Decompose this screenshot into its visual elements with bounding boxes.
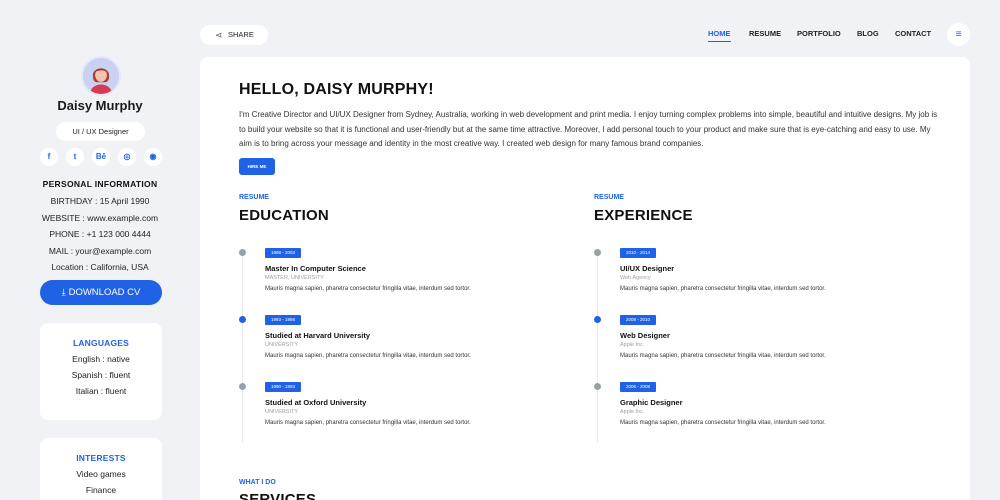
date-badge: 2008 - 2010: [620, 315, 657, 325]
timeline-entry: 1990 - 1993 Studied at Oxford University…: [239, 382, 539, 442]
timeline-entry: 1993 - 1998 Studied at Harvard Universit…: [239, 315, 539, 375]
menu-icon[interactable]: ≡: [947, 23, 970, 46]
hire-me-button[interactable]: HIRE ME: [239, 158, 275, 175]
language-item: Spanish : fluent: [71, 370, 131, 380]
services-title: SERVICES: [239, 491, 317, 500]
nav-home[interactable]: HOME: [708, 29, 731, 42]
entry-description: Mauris magna sapien, pharetra consectetu…: [265, 353, 471, 359]
timeline-dot: [594, 249, 601, 256]
timeline-dot: [594, 316, 601, 323]
entry-subtitle: UNIVERSITY: [265, 342, 299, 348]
entry-description: Mauris magna sapien, pharetra consectetu…: [620, 353, 826, 359]
language-item: English : native: [72, 354, 130, 364]
entry-subtitle: Web Agency: [620, 275, 651, 281]
share-label: SHARE: [228, 30, 254, 39]
avatar: [81, 56, 121, 96]
dribbble-icon[interactable]: ◎: [118, 148, 136, 166]
info-phone: PHONE : +1 123 000 4444: [49, 229, 151, 239]
avatar-image: [83, 58, 119, 94]
behance-icon[interactable]: Bē: [92, 148, 110, 166]
info-mail: MAIL : your@example.com: [48, 246, 152, 256]
entry-subtitle: Apple Inc.: [620, 409, 645, 415]
nav-blog[interactable]: BLOG: [857, 29, 879, 38]
intro-text: I'm Creative Director and UI/UX Designer…: [239, 110, 938, 148]
facebook-icon[interactable]: f: [40, 148, 58, 166]
timeline-dot: [594, 383, 601, 390]
timeline-dot: [239, 316, 246, 323]
twitter-icon[interactable]: t: [66, 148, 84, 166]
languages-card: LANGUAGES English : native Spanish : flu…: [40, 323, 162, 420]
entry-title: Studied at Oxford University: [265, 398, 367, 407]
education-kicker: RESUME: [239, 194, 269, 201]
interest-item: Video games: [76, 469, 126, 479]
services-kicker: WHAT I DO: [239, 479, 276, 486]
education-title: EDUCATION: [239, 207, 329, 224]
entry-title: Studied at Harvard University: [265, 331, 371, 340]
download-cv-button[interactable]: ⤓ DOWNLOAD CV: [40, 280, 162, 305]
entry-subtitle: UNIVERSITY: [265, 409, 299, 415]
timeline-entry: 2010 - 2014 UI/UX Designer Web Agency Ma…: [594, 248, 894, 308]
date-badge: 2006 - 2008: [620, 382, 657, 392]
entry-title: Master In Computer Science: [265, 264, 366, 273]
date-badge: 1990 - 1993: [265, 382, 302, 392]
timeline-dot: [239, 383, 246, 390]
timeline-entry: 2008 - 2010 Web Designer Apple Inc. Maur…: [594, 315, 894, 375]
info-birthday: BIRTHDAY : 15 April 1990: [50, 196, 150, 206]
personal-info-title: PERSONAL INFORMATION: [42, 179, 158, 189]
main-content: HELLO, DAISY MURPHY! I'm Creative Direct…: [200, 57, 970, 500]
experience-title: EXPERIENCE: [594, 207, 693, 224]
github-icon[interactable]: ◉: [144, 148, 162, 166]
entry-title: Graphic Designer: [620, 398, 683, 407]
info-website: WEBSITE : www.example.com: [41, 213, 159, 223]
entry-description: Mauris magna sapien, pharetra consectetu…: [620, 420, 826, 426]
interests-card: INTERESTS Video games Finance: [40, 438, 162, 500]
nav-portfolio[interactable]: PORTFOLIO: [797, 29, 841, 38]
info-location: Location : California, USA: [51, 262, 149, 272]
timeline-entry: 1998 - 2003 Master In Computer Science M…: [239, 248, 539, 308]
entry-subtitle: Apple Inc.: [620, 342, 645, 348]
date-badge: 1998 - 2003: [265, 248, 302, 258]
download-cv-label: DOWNLOAD CV: [68, 287, 141, 298]
interests-title: INTERESTS: [76, 453, 126, 463]
download-icon: ⤓: [61, 287, 66, 297]
timeline-entry: 2006 - 2008 Graphic Designer Apple Inc. …: [594, 382, 894, 442]
entry-description: Mauris magna sapien, pharetra consectetu…: [265, 420, 471, 426]
language-item: Italian : fluent: [75, 386, 127, 396]
entry-description: Mauris magna sapien, pharetra consectetu…: [265, 286, 471, 292]
experience-kicker: RESUME: [594, 194, 624, 201]
date-badge: 1993 - 1998: [265, 315, 302, 325]
nav-resume[interactable]: RESUME: [749, 29, 781, 38]
nav-contact[interactable]: CONTACT: [895, 29, 931, 38]
profile-name: Daisy Murphy: [57, 98, 143, 113]
page-title: HELLO, DAISY MURPHY!: [239, 81, 434, 98]
entry-subtitle: MASTER, UNIVERSITY: [265, 275, 324, 281]
entry-description: Mauris magna sapien, pharetra consectetu…: [620, 286, 826, 292]
languages-title: LANGUAGES: [72, 338, 130, 348]
role-badge: UI / UX Designer: [56, 122, 145, 141]
timeline-dot: [239, 249, 246, 256]
sidebar: Daisy Murphy UI / UX Designer f t Bē ◎ ◉…: [0, 0, 200, 500]
entry-title: UI/UX Designer: [620, 264, 675, 273]
entry-title: Web Designer: [620, 331, 670, 340]
share-button[interactable]: ⋖ SHARE: [200, 25, 268, 45]
share-icon: ⋖: [215, 30, 223, 40]
interest-item: Finance: [85, 485, 117, 495]
date-badge: 2010 - 2014: [620, 248, 657, 258]
social-links: f t Bē ◎ ◉: [40, 148, 162, 166]
